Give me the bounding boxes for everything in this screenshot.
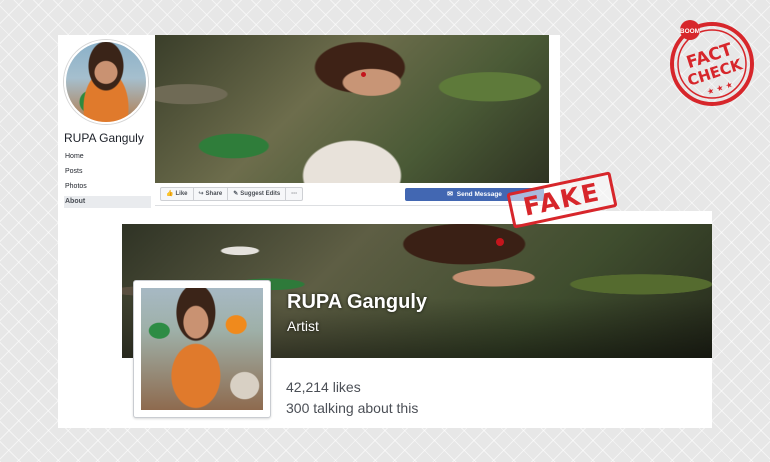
- page-action-bar: 👍 Like ↪ Share ✎ Suggest Edits ···: [160, 187, 304, 201]
- profile-picture-frame[interactable]: [133, 280, 271, 418]
- fake-page-screenshot: RUPA Ganguly Artist 42,214 likes 300 tal…: [58, 211, 712, 428]
- divider: [155, 205, 560, 206]
- bindi-mark: [361, 72, 366, 77]
- bindi-mark: [496, 238, 504, 246]
- messenger-icon: ✉: [447, 191, 453, 198]
- cover-photo[interactable]: [155, 35, 549, 183]
- page-sidebar: RUPA Ganguly Home Posts Photos About: [58, 35, 155, 211]
- nav-posts[interactable]: Posts: [64, 166, 151, 178]
- page-category: Artist: [287, 318, 319, 334]
- likes-count: 42,214 likes: [286, 379, 361, 395]
- nav-home[interactable]: Home: [64, 151, 151, 163]
- talking-about-count: 300 talking about this: [286, 400, 419, 416]
- profile-picture: [141, 288, 263, 410]
- boom-label: BOOM: [680, 28, 700, 35]
- page-name[interactable]: RUPA Ganguly: [64, 131, 144, 145]
- share-icon: ↪: [198, 191, 204, 197]
- profile-picture[interactable]: [64, 40, 148, 124]
- like-button[interactable]: 👍 Like: [161, 188, 194, 200]
- more-options-button[interactable]: ···: [286, 188, 302, 200]
- thumbs-up-icon: 👍: [166, 191, 174, 197]
- original-page-screenshot: RUPA Ganguly Home Posts Photos About 👍 L…: [58, 35, 560, 211]
- nav-about[interactable]: About: [64, 196, 151, 208]
- suggest-edits-button[interactable]: ✎ Suggest Edits: [228, 188, 287, 200]
- page-title[interactable]: RUPA Ganguly: [287, 291, 427, 314]
- share-button[interactable]: ↪ Share: [194, 188, 229, 200]
- pencil-icon: ✎: [233, 191, 239, 197]
- nav-photos[interactable]: Photos: [64, 181, 151, 193]
- fact-check-badge: BOOM FACT CHECK ★ ★ ★: [670, 20, 754, 106]
